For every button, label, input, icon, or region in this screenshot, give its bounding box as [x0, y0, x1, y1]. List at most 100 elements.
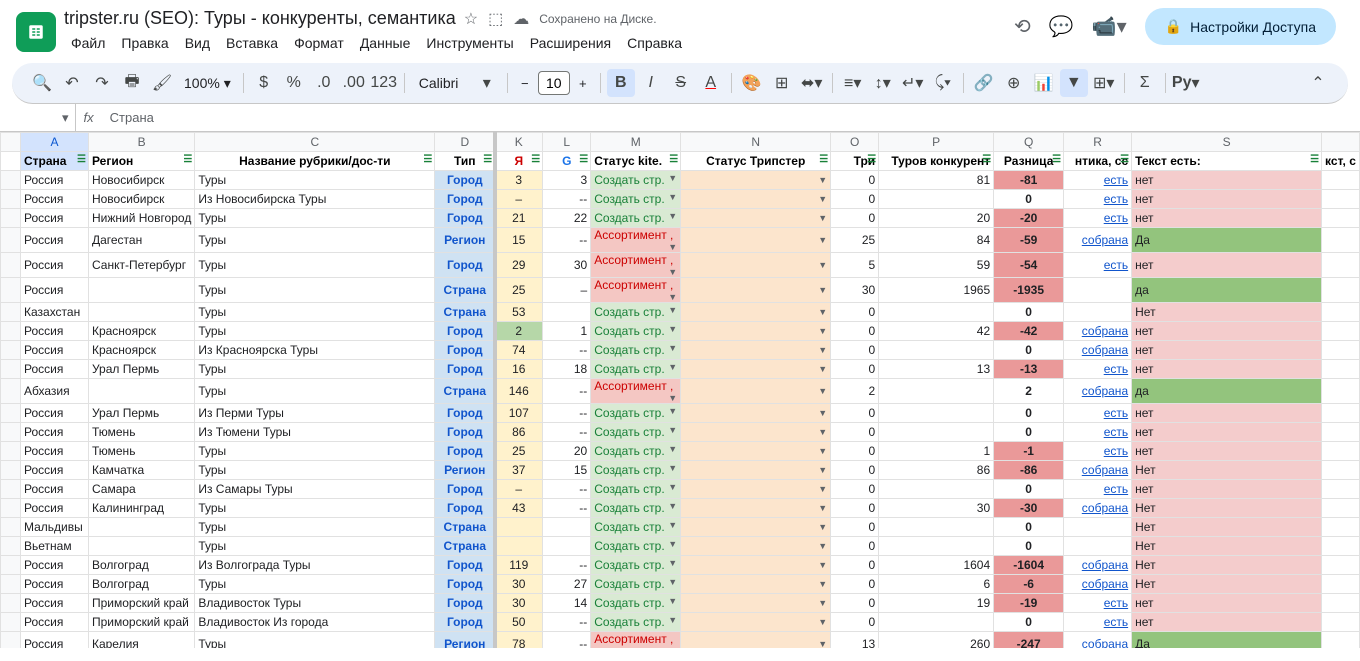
move-icon[interactable]: ⬚: [488, 9, 503, 29]
cell-tours-comp[interactable]: [879, 190, 994, 209]
cell-text-exists[interactable]: нет: [1132, 480, 1322, 499]
cell-type[interactable]: Город: [435, 575, 495, 594]
cell-rubric[interactable]: Из Красноярска Туры: [195, 341, 435, 360]
search-menu-icon[interactable]: 🔍: [28, 69, 56, 97]
cell-rubric[interactable]: Из Тюмени Туры: [195, 423, 435, 442]
data-row[interactable]: РоссияТюменьТурыГород2520Создать стр.▼▼0…: [1, 442, 1360, 461]
currency-icon[interactable]: $: [250, 69, 278, 97]
cell-region[interactable]: Урал Пермь: [88, 404, 194, 423]
cell-tours-comp[interactable]: 6: [879, 575, 994, 594]
cell-tri[interactable]: 25: [831, 228, 879, 253]
cell-extra[interactable]: [1322, 278, 1360, 303]
cell-text-exists[interactable]: нет: [1132, 360, 1322, 379]
cell-rubric[interactable]: Туры: [195, 442, 435, 461]
cell-rubric[interactable]: Туры: [195, 253, 435, 278]
col-header-K[interactable]: K: [495, 133, 543, 152]
cell-status-tripster[interactable]: ▼: [681, 228, 831, 253]
cell-extra[interactable]: [1322, 556, 1360, 575]
data-row[interactable]: РоссияТурыСтрана25–Ассортимент ,▼▼301965…: [1, 278, 1360, 303]
cell-extra[interactable]: [1322, 423, 1360, 442]
menu-Расширения[interactable]: Расширения: [523, 31, 618, 55]
cell-status-kite[interactable]: Создать стр.▼: [591, 499, 681, 518]
cell-tours-comp[interactable]: [879, 537, 994, 556]
cell-rubric[interactable]: Из Самары Туры: [195, 480, 435, 499]
cell-extra[interactable]: [1322, 461, 1360, 480]
cell-status-kite[interactable]: Ассортимент ,▼: [591, 278, 681, 303]
data-row[interactable]: РоссияДагестанТурыРегион15--Ассортимент …: [1, 228, 1360, 253]
cell-type[interactable]: Страна: [435, 379, 495, 404]
cell-country[interactable]: Россия: [20, 480, 88, 499]
font-size-input[interactable]: [538, 71, 570, 95]
cell-tri[interactable]: 0: [831, 556, 879, 575]
share-button[interactable]: 🔒 Настройки Доступа: [1145, 8, 1336, 45]
cell-type[interactable]: Город: [435, 499, 495, 518]
cell-status-tripster[interactable]: ▼: [681, 209, 831, 228]
cell-rubric[interactable]: Туры: [195, 379, 435, 404]
cell-ya[interactable]: –: [495, 190, 543, 209]
cell-region[interactable]: Новосибирск: [88, 171, 194, 190]
cell-type[interactable]: Страна: [435, 518, 495, 537]
font-dropdown-icon[interactable]: ▾: [473, 69, 501, 97]
cell-g[interactable]: [543, 518, 591, 537]
cell-diff[interactable]: 0: [994, 303, 1064, 322]
cell-tri[interactable]: 0: [831, 322, 879, 341]
cell-semantics[interactable]: есть: [1064, 190, 1132, 209]
cell-status-kite[interactable]: Создать стр.▼: [591, 442, 681, 461]
cell-text-exists[interactable]: Да: [1132, 632, 1322, 649]
cell-tours-comp[interactable]: 30: [879, 499, 994, 518]
cell-ya[interactable]: 146: [495, 379, 543, 404]
cell-semantics[interactable]: собрана: [1064, 379, 1132, 404]
cell-tours-comp[interactable]: [879, 613, 994, 632]
hdr-kst[interactable]: кст, с: [1322, 152, 1360, 171]
cell-country[interactable]: Россия: [20, 556, 88, 575]
cell-country[interactable]: Россия: [20, 594, 88, 613]
cell-extra[interactable]: [1322, 360, 1360, 379]
print-icon[interactable]: 🖶: [118, 69, 146, 97]
cell-semantics[interactable]: собрана: [1064, 341, 1132, 360]
cell-status-tripster[interactable]: ▼: [681, 360, 831, 379]
cell-text-exists[interactable]: нет: [1132, 341, 1322, 360]
cell-tri[interactable]: 0: [831, 303, 879, 322]
cell-country[interactable]: Мальдивы: [20, 518, 88, 537]
cell-rubric[interactable]: Туры: [195, 360, 435, 379]
hdr-text-exists[interactable]: Текст есть:☰: [1132, 152, 1322, 171]
col-header-R[interactable]: R: [1064, 133, 1132, 152]
cell-rubric[interactable]: Туры: [195, 228, 435, 253]
cell-diff[interactable]: 0: [994, 518, 1064, 537]
menu-Формат[interactable]: Формат: [287, 31, 351, 55]
cell-tri[interactable]: 5: [831, 253, 879, 278]
cell-tri[interactable]: 0: [831, 537, 879, 556]
cell-type[interactable]: Страна: [435, 278, 495, 303]
cell-extra[interactable]: [1322, 537, 1360, 556]
menu-Вид[interactable]: Вид: [178, 31, 217, 55]
cell-status-tripster[interactable]: ▼: [681, 575, 831, 594]
hdr-g[interactable]: G☰: [543, 152, 591, 171]
fill-color-icon[interactable]: 🎨: [738, 69, 766, 97]
cell-ya[interactable]: 86: [495, 423, 543, 442]
cell-rubric[interactable]: Из Перми Туры: [195, 404, 435, 423]
hdr-semantics[interactable]: нтика, сс☰: [1064, 152, 1132, 171]
cell-type[interactable]: Город: [435, 190, 495, 209]
hdr-ya[interactable]: Я☰: [495, 152, 543, 171]
cell-status-kite[interactable]: Создать стр.▼: [591, 423, 681, 442]
cell-status-kite[interactable]: Создать стр.▼: [591, 360, 681, 379]
cell-diff[interactable]: -20: [994, 209, 1064, 228]
cell-text-exists[interactable]: Нет: [1132, 303, 1322, 322]
cell-status-tripster[interactable]: ▼: [681, 253, 831, 278]
cell-text-exists[interactable]: нет: [1132, 209, 1322, 228]
data-row[interactable]: АбхазияТурыСтрана146--Ассортимент ,▼▼22с…: [1, 379, 1360, 404]
hdr-diff[interactable]: Разница☰: [994, 152, 1064, 171]
cell-region[interactable]: [88, 518, 194, 537]
cell-country[interactable]: Россия: [20, 171, 88, 190]
cell-status-kite[interactable]: Создать стр.▼: [591, 518, 681, 537]
col-header-L[interactable]: L: [543, 133, 591, 152]
cell-region[interactable]: Камчатка: [88, 461, 194, 480]
cell-extra[interactable]: [1322, 632, 1360, 649]
font-select[interactable]: Calibri: [411, 75, 471, 91]
cell-status-tripster[interactable]: ▼: [681, 278, 831, 303]
menu-Правка[interactable]: Правка: [114, 31, 175, 55]
cell-text-exists[interactable]: Нет: [1132, 556, 1322, 575]
cell-diff[interactable]: -13: [994, 360, 1064, 379]
cell-region[interactable]: Санкт-Петербург: [88, 253, 194, 278]
cell-text-exists[interactable]: да: [1132, 379, 1322, 404]
